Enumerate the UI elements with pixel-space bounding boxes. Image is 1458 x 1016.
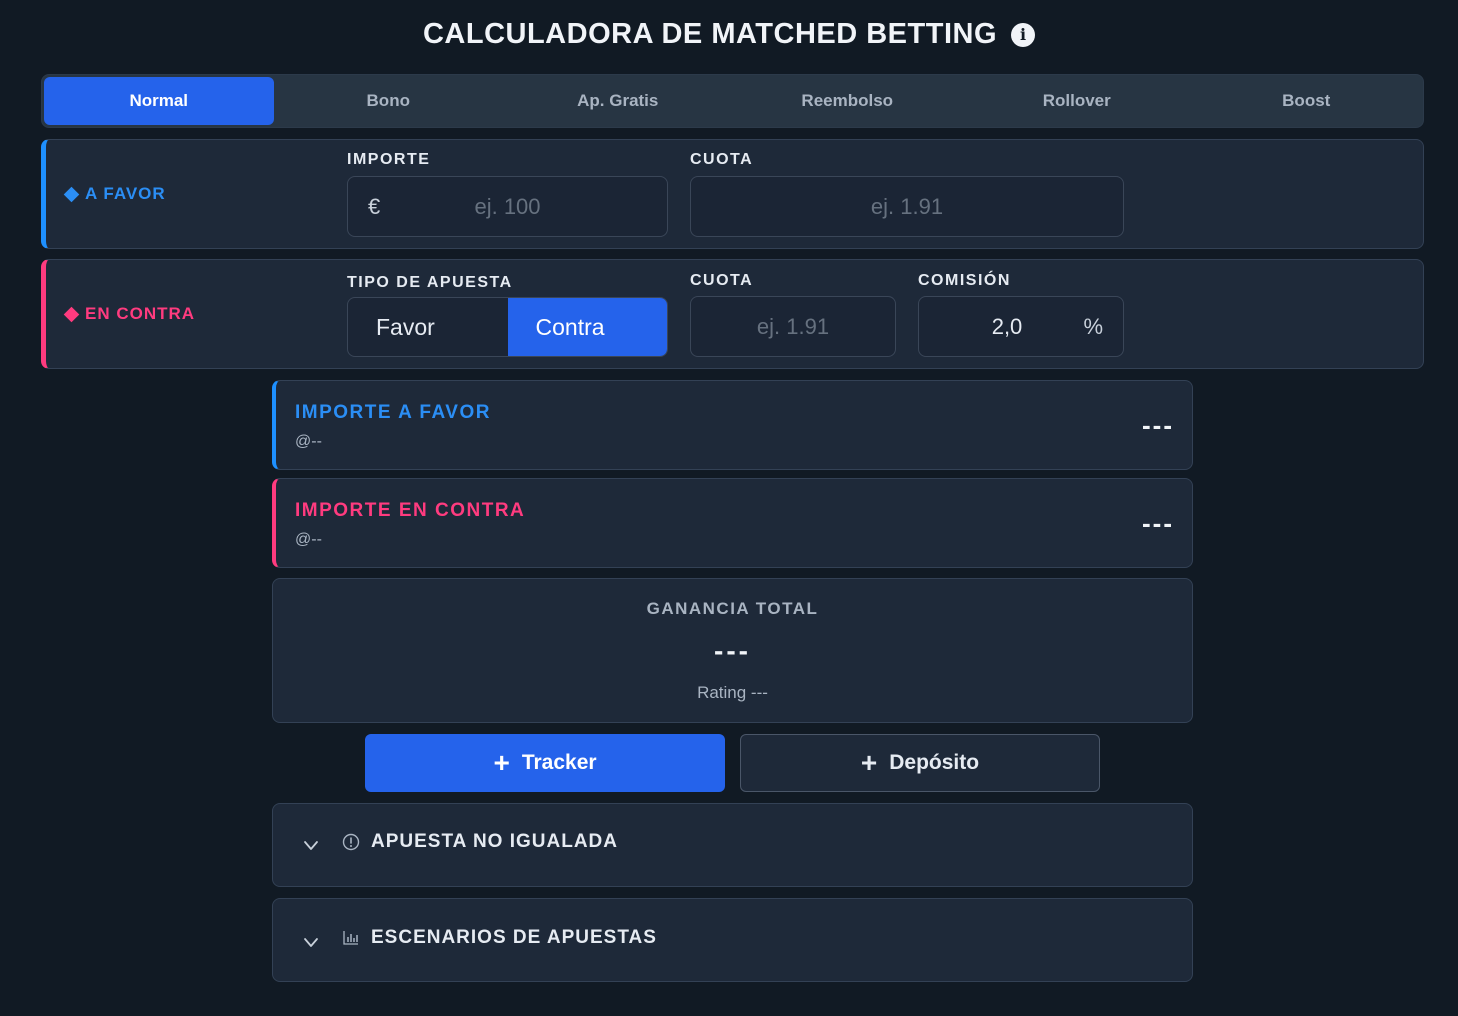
importe-favor-odds: @--	[295, 433, 322, 450]
plus-icon: +	[860, 747, 878, 778]
tipo-apuesta-label: TIPO DE APUESTA	[347, 274, 513, 291]
apuesta-no-igualada-label: APUESTA NO IGUALADA	[371, 831, 618, 852]
diamond-icon	[63, 306, 80, 322]
contra-label-text: EN CONTRA	[85, 304, 196, 323]
chevron-down-icon	[304, 938, 318, 947]
page-title: CALCULADORA DE MATCHED BETTING	[422, 18, 997, 50]
ganancia-total-card: GANANCIA TOTAL --- Rating ---	[272, 578, 1193, 723]
header: CALCULADORA DE MATCHED BETTING i	[0, 18, 1458, 51]
tracker-button-label: Tracker	[521, 751, 597, 774]
importe-field: €	[347, 176, 668, 237]
tab-reembolso[interactable]: Reembolso	[733, 77, 963, 125]
contra-panel: EN CONTRA TIPO DE APUESTA Favor Contra C…	[41, 259, 1424, 369]
contra-cuota-label: CUOTA	[690, 272, 754, 289]
tab-bono[interactable]: Bono	[274, 77, 504, 125]
calculator-app: CALCULADORA DE MATCHED BETTING i Normal …	[0, 0, 1458, 1016]
favor-cuota-input[interactable]	[691, 177, 1123, 236]
importe-label: IMPORTE	[347, 151, 431, 168]
importe-favor-result: IMPORTE A FAVOR @-- ---	[272, 380, 1193, 470]
contra-section-label: EN CONTRA	[63, 260, 196, 368]
importe-contra-result: IMPORTE EN CONTRA @-- ---	[272, 478, 1193, 568]
rating-text: Rating ---	[697, 683, 768, 702]
comision-field: %	[918, 296, 1124, 357]
toggle-favor-option[interactable]: Favor	[348, 298, 508, 356]
escenarios-apuestas-label: ESCENARIOS DE APUESTAS	[371, 927, 657, 948]
favor-cuota-field	[690, 176, 1124, 237]
diamond-icon	[63, 186, 80, 202]
alert-circle-icon	[342, 833, 360, 851]
importe-contra-odds: @--	[295, 531, 322, 548]
importe-input[interactable]	[348, 177, 667, 236]
importe-favor-value: ---	[1142, 409, 1174, 440]
importe-contra-value: ---	[1142, 507, 1174, 538]
tab-normal[interactable]: Normal	[44, 77, 274, 125]
mode-tabs: Normal Bono Ap. Gratis Reembolso Rollove…	[41, 74, 1424, 128]
tab-rollover[interactable]: Rollover	[962, 77, 1192, 125]
contra-cuota-field	[690, 296, 896, 357]
euro-icon: €	[368, 193, 381, 219]
apuesta-no-igualada-accordion[interactable]: APUESTA NO IGUALADA	[272, 803, 1193, 887]
tab-ap-gratis[interactable]: Ap. Gratis	[503, 77, 733, 125]
deposito-button-label: Depósito	[889, 751, 980, 774]
favor-label-text: A FAVOR	[85, 184, 166, 203]
add-deposito-button[interactable]: + Depósito	[740, 734, 1100, 792]
favor-panel: A FAVOR IMPORTE € CUOTA	[41, 139, 1424, 249]
favor-cuota-label: CUOTA	[690, 151, 754, 168]
ganancia-total-label: GANANCIA TOTAL	[646, 599, 819, 618]
tab-boost[interactable]: Boost	[1192, 77, 1422, 125]
info-icon[interactable]: i	[1011, 22, 1035, 47]
importe-favor-title: IMPORTE A FAVOR	[295, 402, 491, 423]
comision-label: COMISIÓN	[918, 272, 1011, 289]
add-tracker-button[interactable]: + Tracker	[365, 734, 725, 792]
plus-icon: +	[493, 747, 510, 778]
favor-section-label: A FAVOR	[63, 140, 166, 248]
bar-chart-icon	[343, 931, 358, 945]
contra-cuota-input[interactable]	[691, 297, 895, 356]
toggle-contra-option[interactable]: Contra	[507, 298, 667, 356]
escenarios-apuestas-accordion[interactable]: ESCENARIOS DE APUESTAS	[272, 898, 1193, 982]
ganancia-total-value: ---	[714, 635, 751, 666]
tipo-apuesta-toggle: Favor Contra	[347, 297, 668, 357]
importe-contra-title: IMPORTE EN CONTRA	[295, 500, 526, 521]
percent-icon: %	[1083, 313, 1103, 339]
chevron-down-icon	[304, 841, 318, 850]
